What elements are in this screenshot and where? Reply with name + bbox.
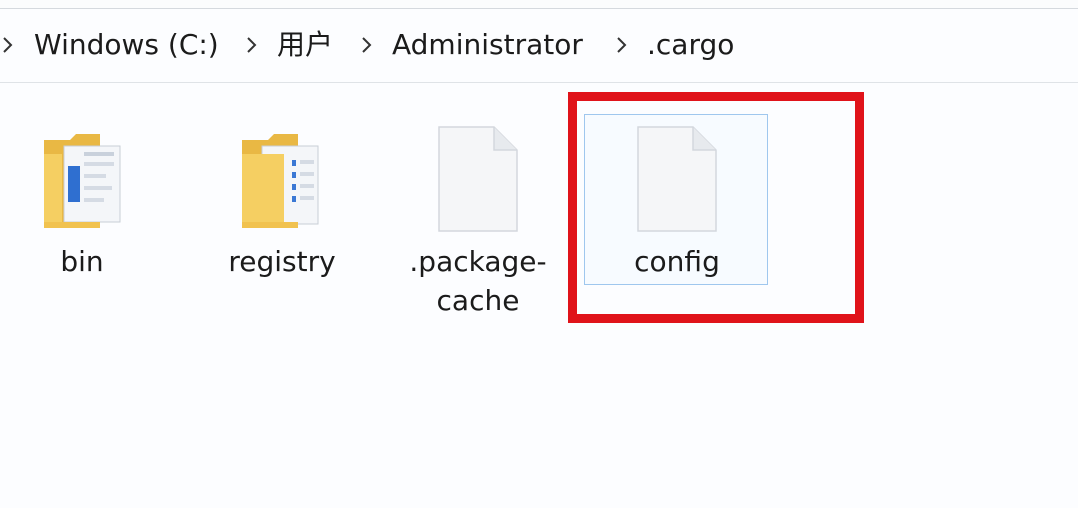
folder-item-registry[interactable]: registry: [222, 118, 342, 288]
chevron-right-icon[interactable]: [616, 35, 629, 55]
chevron-right-icon[interactable]: [246, 35, 259, 55]
breadcrumb-cargo[interactable]: .cargo: [647, 21, 734, 69]
file-icon: [438, 126, 518, 232]
item-label-bin: bin: [60, 245, 104, 278]
item-label-package-cache-line2: cache: [436, 284, 520, 317]
breadcrumb-users[interactable]: 用户: [277, 21, 333, 69]
item-label-registry: registry: [228, 245, 336, 278]
folder-icon: [44, 134, 121, 228]
folder-icon: [242, 134, 319, 228]
breadcrumb-administrator[interactable]: Administrator: [392, 21, 583, 69]
breadcrumb-drive[interactable]: Windows (C:): [34, 21, 219, 69]
chevron-right-icon[interactable]: [361, 35, 374, 55]
address-bar-breadcrumb[interactable]: Windows (C:) 用户 Administrator .cargo: [0, 9, 1078, 83]
red-highlight-annotation: [568, 92, 864, 323]
chevron-right-icon[interactable]: [2, 35, 15, 55]
folder-item-bin[interactable]: bin: [26, 118, 138, 288]
file-item-package-cache[interactable]: .package- cache: [400, 118, 556, 328]
window-top-edge: [0, 0, 1078, 9]
item-label-package-cache-line1: .package-: [409, 245, 547, 278]
